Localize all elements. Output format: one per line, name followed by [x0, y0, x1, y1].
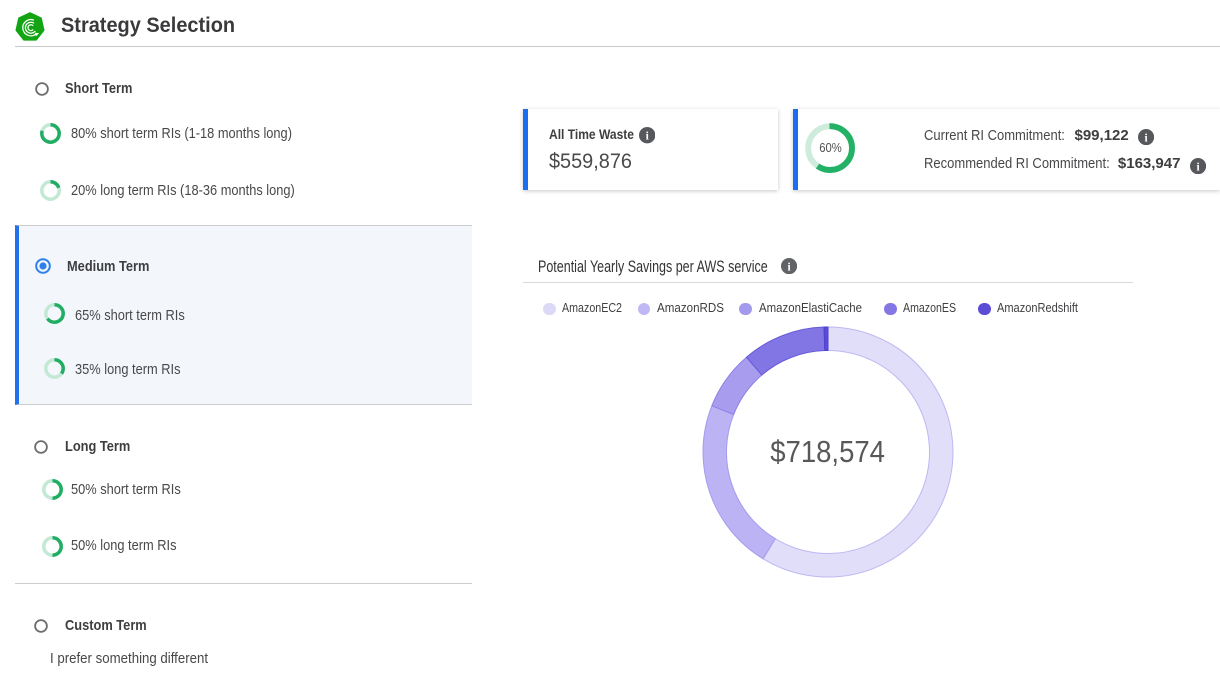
- svg-text:i: i: [1197, 161, 1200, 173]
- svg-text:i: i: [1144, 132, 1147, 144]
- svg-text:i: i: [787, 261, 790, 273]
